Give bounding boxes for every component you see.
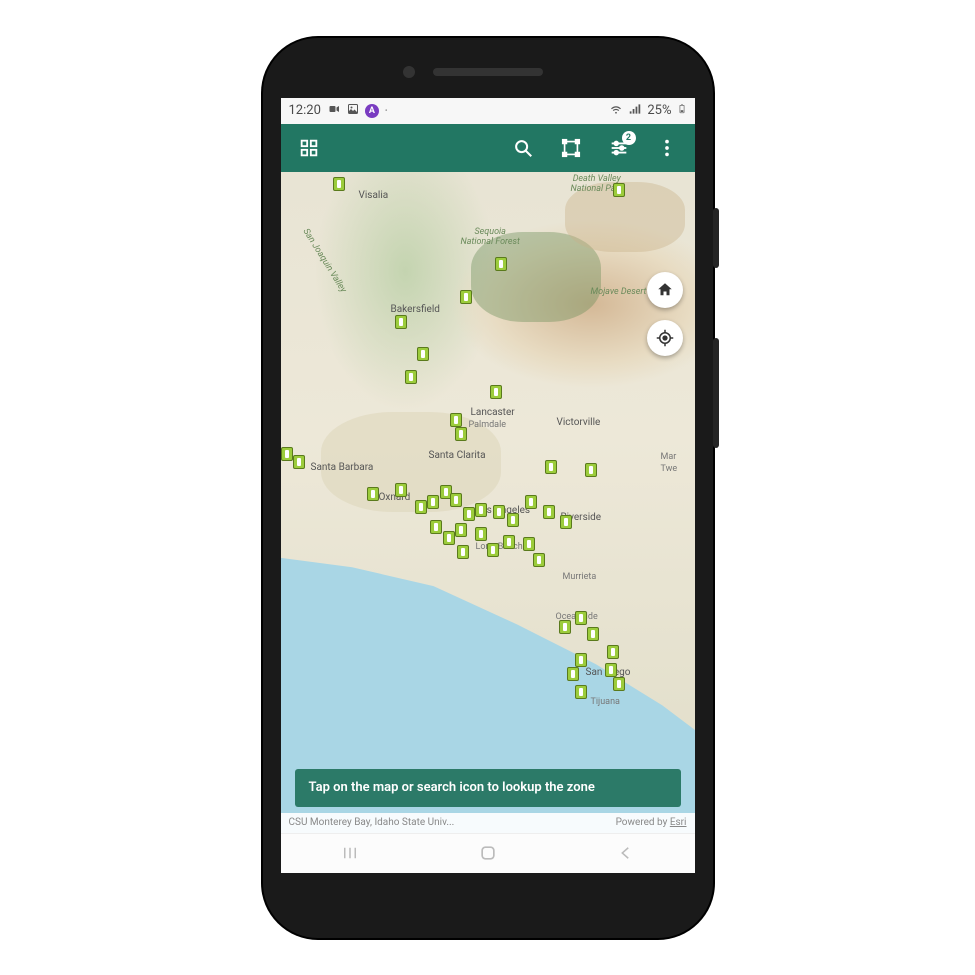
map-marker[interactable] [430,520,442,534]
battery-icon [677,102,687,120]
screen: 12:20 A • 25% [281,98,695,873]
map-marker[interactable] [367,487,379,501]
select-tool-button[interactable] [549,126,593,170]
back-button[interactable] [601,834,651,873]
hint-tooltip: Tap on the map or search icon to lookup … [295,769,681,807]
map-marker[interactable] [405,370,417,384]
map-marker[interactable] [395,483,407,497]
map-marker[interactable] [455,427,467,441]
map-marker[interactable] [587,627,599,641]
map-marker[interactable] [575,685,587,699]
map-marker[interactable] [475,527,487,541]
map-marker[interactable] [475,503,487,517]
map-marker[interactable] [613,183,625,197]
map-marker[interactable] [493,505,505,519]
map-marker[interactable] [460,290,472,304]
map-marker[interactable] [487,543,499,557]
search-button[interactable] [501,126,545,170]
more-menu-button[interactable] [645,126,689,170]
phone-camera [403,66,415,78]
map-marker[interactable] [523,537,535,551]
attribution-powered-label: Powered by [616,817,670,828]
signal-icon [628,102,642,120]
battery-text: 25% [647,103,671,118]
map-marker[interactable] [503,535,515,549]
map-marker[interactable] [443,531,455,545]
status-bar: 12:20 A • 25% [281,98,695,124]
side-button [713,208,719,268]
map-marker[interactable] [533,553,545,567]
map-marker[interactable] [567,667,579,681]
wifi-icon [609,102,623,120]
attribution-esri-link[interactable]: Esri [670,817,687,828]
phone-speaker [433,68,543,76]
map-marker[interactable] [450,493,462,507]
map-marker[interactable] [545,460,557,474]
app-bar: 2 [281,124,695,172]
map-marker[interactable] [525,495,537,509]
map-marker[interactable] [543,505,555,519]
map-attribution: CSU Monterey Bay, Idaho State Univ... Po… [281,813,695,833]
home-extent-button[interactable] [647,272,683,308]
map-marker[interactable] [490,385,502,399]
android-nav-bar [281,833,695,873]
filter-count-badge: 2 [622,131,636,145]
map-marker[interactable] [457,545,469,559]
map-canvas[interactable]: Tap on the map or search icon to lookup … [281,172,695,833]
map-marker[interactable] [455,523,467,537]
map-marker[interactable] [613,677,625,691]
map-marker[interactable] [585,463,597,477]
attribution-sources: CSU Monterey Bay, Idaho State Univ... [289,817,455,828]
map-marker[interactable] [415,500,427,514]
screenshot-icon [347,103,359,119]
status-dot: • [385,106,388,115]
app-badge-icon: A [365,104,379,118]
recents-button[interactable] [325,834,375,873]
map-marker[interactable] [559,620,571,634]
status-time: 12:20 [289,103,321,118]
filter-button[interactable]: 2 [597,126,641,170]
map-marker[interactable] [507,513,519,527]
map-marker[interactable] [427,495,439,509]
map-marker[interactable] [293,455,305,469]
map-marker[interactable] [560,515,572,529]
side-button [713,338,719,448]
map-marker[interactable] [333,177,345,191]
apps-grid-button[interactable] [287,126,331,170]
map-marker[interactable] [575,611,587,625]
map-marker[interactable] [281,447,293,461]
map-marker[interactable] [463,507,475,521]
map-marker[interactable] [417,347,429,361]
map-marker[interactable] [395,315,407,329]
phone-frame: 12:20 A • 25% [263,38,713,938]
locate-me-button[interactable] [647,320,683,356]
recording-icon [327,103,341,119]
map-marker[interactable] [607,645,619,659]
map-marker[interactable] [605,663,617,677]
map-marker[interactable] [450,413,462,427]
map-marker[interactable] [495,257,507,271]
map-marker[interactable] [575,653,587,667]
home-button[interactable] [463,834,513,873]
